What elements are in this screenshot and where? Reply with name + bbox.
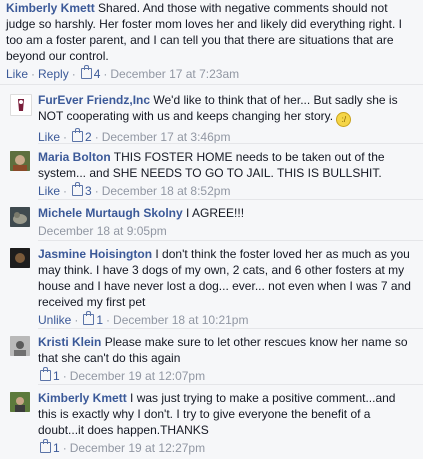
comment-body: Kristi Klein Please make sure to let oth…: [38, 334, 417, 366]
like-count-link[interactable]: 4: [79, 65, 100, 81]
thumbs-up-icon: [40, 367, 51, 381]
reply-item: Jasmine Hoisington I don't think the fos…: [0, 246, 423, 328]
comment-author[interactable]: Jasmine Hoisington: [38, 247, 152, 261]
like-count-link[interactable]: 2: [70, 128, 92, 144]
thumbs-up-icon: [80, 65, 92, 79]
divider: [0, 84, 423, 85]
top-comment: Kimberly Kmett Shared. And those with ne…: [0, 0, 423, 82]
separator-dot: ·: [106, 313, 111, 327]
reply-button[interactable]: Reply: [38, 67, 69, 81]
comment-text: I AGREE!!!: [186, 206, 245, 220]
unlike-button[interactable]: Unlike: [38, 313, 71, 327]
comment-body: Jasmine Hoisington I don't think the fos…: [38, 246, 417, 310]
comment-timestamp[interactable]: December 18 at 8:52pm: [102, 184, 231, 198]
separator-dot: ·: [63, 184, 68, 198]
avatar[interactable]: [10, 94, 32, 116]
comment-author[interactable]: Maria Bolton: [38, 150, 111, 164]
comment-timestamp[interactable]: December 17 at 3:46pm: [102, 130, 231, 144]
comment-author[interactable]: FurEver Friendz,Inc: [38, 93, 150, 107]
comment-timestamp[interactable]: December 17 at 7:23am: [110, 67, 239, 81]
like-button[interactable]: Like: [38, 130, 60, 144]
comment-body: Maria Bolton THIS FOSTER HOME needs to b…: [38, 149, 417, 181]
divider: [38, 240, 423, 241]
comment-meta: Like · 3 · December 18 at 8:52pm: [38, 182, 417, 199]
like-count: 1: [53, 369, 60, 383]
reply-item: Michele Murtaugh Skolny I AGREE!!! Decem…: [0, 205, 423, 239]
thumbs-up-icon: [72, 128, 84, 142]
avatar[interactable]: [10, 392, 30, 412]
separator-dot: ·: [103, 67, 108, 81]
thumbs-up-icon: [83, 311, 95, 325]
comment-body: FurEver Friendz,Inc We'd like to think t…: [38, 92, 417, 127]
like-count-link[interactable]: 1: [81, 311, 103, 327]
reply-item: Kimberly Kmett I was just trying to make…: [0, 390, 423, 456]
avatar[interactable]: [10, 151, 30, 171]
like-button[interactable]: Like: [38, 184, 60, 198]
comment-meta: Like · Reply · 4 · December 17 at 7:23am: [6, 65, 417, 82]
comment-timestamp[interactable]: December 19 at 12:27pm: [70, 441, 205, 455]
avatar[interactable]: [10, 336, 30, 356]
comment-body: Michele Murtaugh Skolny I AGREE!!!: [38, 205, 417, 221]
comment-meta: 1 · December 19 at 12:27pm: [38, 439, 417, 456]
separator-dot: ·: [94, 184, 99, 198]
reply-item: Kristi Klein Please make sure to let oth…: [0, 334, 423, 384]
comment-timestamp[interactable]: December 18 at 10:21pm: [113, 313, 248, 327]
comment-meta: 1 · December 19 at 12:07pm: [38, 367, 417, 384]
like-count: 2: [85, 130, 92, 144]
reply-item: Maria Bolton THIS FOSTER HOME needs to b…: [0, 149, 423, 199]
like-count: 3: [85, 184, 92, 198]
comment-body: Kimberly Kmett I was just trying to make…: [38, 390, 417, 438]
thumbs-up-icon: [40, 439, 51, 453]
separator-dot: ·: [63, 130, 68, 144]
like-count-link[interactable]: 3: [70, 182, 92, 198]
comment-meta: Unlike · 1 · December 18 at 10:21pm: [38, 311, 417, 328]
avatar[interactable]: [10, 248, 30, 268]
divider: [38, 328, 423, 329]
like-count-link[interactable]: 1: [38, 439, 60, 455]
comment-author[interactable]: Kristi Klein: [38, 335, 101, 349]
comment-author[interactable]: Kimberly Kmett: [38, 391, 127, 405]
comment-timestamp[interactable]: December 19 at 12:07pm: [70, 369, 205, 383]
separator-dot: ·: [62, 369, 67, 383]
like-count: 1: [53, 441, 60, 455]
comment-body: Kimberly Kmett Shared. And those with ne…: [6, 0, 417, 64]
like-button[interactable]: Like: [6, 67, 28, 81]
comment-meta: December 18 at 9:05pm: [38, 223, 417, 239]
comment-timestamp[interactable]: December 18 at 9:05pm: [38, 224, 167, 238]
separator-dot: ·: [94, 130, 99, 144]
comment-author[interactable]: Michele Murtaugh Skolny: [38, 206, 183, 220]
divider: [38, 384, 423, 385]
separator-dot: ·: [74, 313, 79, 327]
divider: [38, 143, 423, 144]
thumbs-up-icon: [72, 182, 84, 196]
reply-item: FurEver Friendz,Inc We'd like to think t…: [0, 92, 423, 145]
separator-dot: ·: [62, 441, 67, 455]
avatar[interactable]: [10, 207, 30, 227]
separator-dot: ·: [71, 67, 76, 81]
comment-author[interactable]: Kimberly Kmett: [6, 1, 95, 15]
confused-face-icon: :/: [336, 112, 352, 127]
separator-dot: ·: [31, 67, 36, 81]
divider: [38, 199, 423, 200]
like-count-link[interactable]: 1: [38, 367, 60, 383]
comment-thread: Kimberly Kmett Shared. And those with ne…: [0, 0, 423, 459]
